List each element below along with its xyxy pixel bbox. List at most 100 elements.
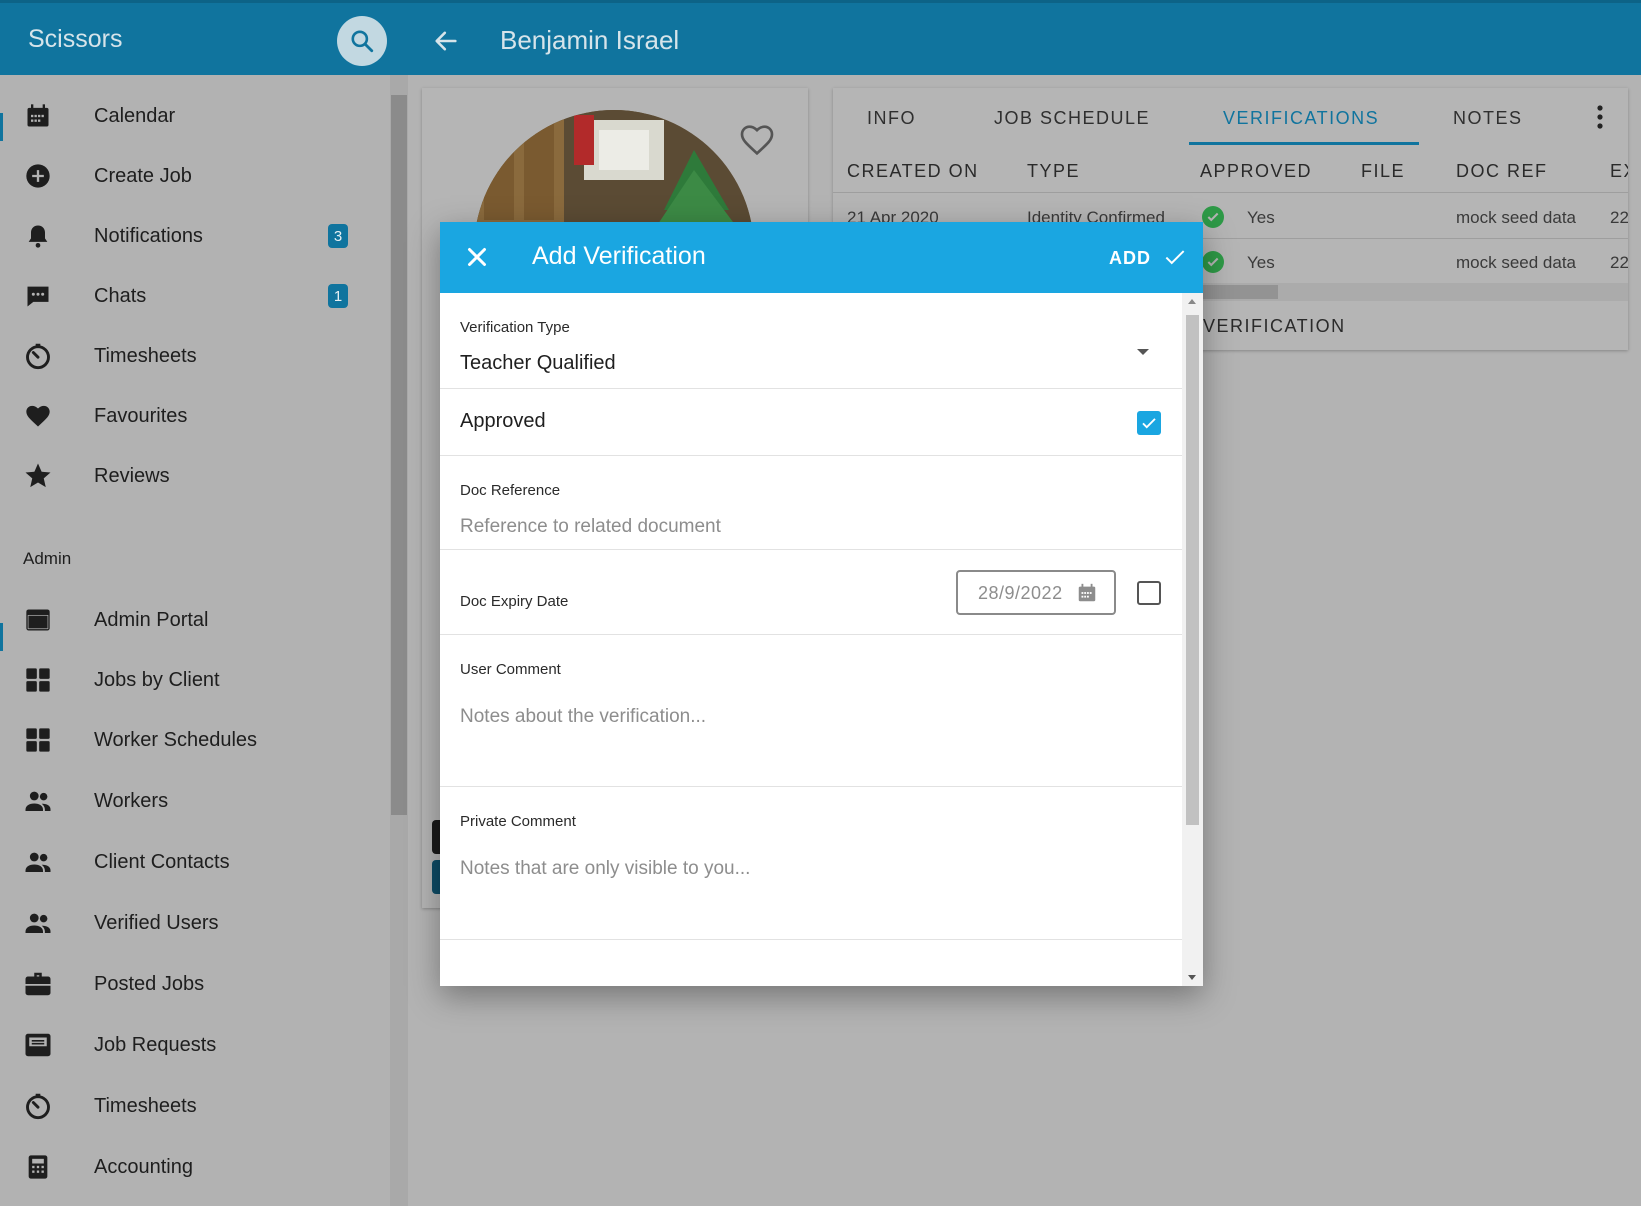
more-options-button[interactable]	[1590, 102, 1610, 132]
verification-type-select[interactable]: Verification Type Teacher Qualified	[440, 293, 1182, 389]
column-header-created-on[interactable]: CREATED ON	[847, 161, 979, 182]
back-button[interactable]	[428, 23, 464, 59]
approved-checkbox[interactable]	[1137, 411, 1161, 435]
doc-reference-input[interactable]: Reference to related document	[460, 516, 721, 538]
sidebar-item-posted-jobs[interactable]: Posted Jobs	[0, 955, 388, 1013]
tab-verifications[interactable]: VERIFICATIONS	[1223, 108, 1379, 129]
sidebar-item-favourites[interactable]: Favourites	[0, 387, 388, 445]
field-label: User Comment	[460, 661, 561, 678]
column-header-doc-ref[interactable]: DOC REF	[1456, 161, 1548, 182]
field-label: Doc Expiry Date	[460, 593, 569, 610]
divider	[833, 192, 1628, 193]
approved-label: Approved	[460, 410, 546, 432]
heart-icon	[22, 400, 54, 432]
add-button[interactable]: ADD	[1109, 248, 1151, 269]
tab-info[interactable]: INFO	[867, 108, 916, 129]
scrollbar-thumb[interactable]	[391, 95, 407, 815]
sidebar-item-label: Create Job	[94, 164, 192, 187]
scroll-down-arrow-icon[interactable]	[1188, 975, 1196, 980]
add-verification-button[interactable]: VERIFICATION	[1203, 316, 1346, 337]
verification-type-value[interactable]: Teacher Qualified	[460, 352, 616, 375]
sidebar-item-label: Accounting	[94, 1155, 193, 1178]
sidebar-item-label: Notifications	[94, 224, 203, 247]
sidebar-item-workers[interactable]: Workers	[0, 772, 388, 830]
expiry-enabled-checkbox[interactable]	[1137, 581, 1161, 605]
sidebar-item-client-contacts[interactable]: Client Contacts	[0, 833, 388, 891]
scroll-up-arrow-icon[interactable]	[1188, 299, 1196, 304]
check-icon[interactable]	[1162, 244, 1188, 270]
scrollbar-thumb[interactable]	[1186, 315, 1199, 825]
active-tab-indicator	[1189, 142, 1419, 145]
search-icon	[351, 30, 374, 53]
calendar-icon	[22, 100, 54, 132]
sidebar-item-label: Job Requests	[94, 1033, 217, 1056]
sidebar-item-job-requests[interactable]: Job Requests	[0, 1016, 388, 1074]
dialog-body: Verification Type Teacher Qualified Appr…	[440, 293, 1182, 986]
column-header-type[interactable]: TYPE	[1027, 161, 1080, 182]
sidebar-item-label: Timesheets	[94, 344, 197, 367]
dropdown-arrow-icon[interactable]	[1137, 349, 1149, 355]
field-label: Doc Reference	[460, 482, 561, 499]
field-label: Private Comment	[460, 813, 576, 830]
top-app-bar: Scissors Benjamin Israel	[0, 0, 1641, 75]
tab-job-schedule[interactable]: JOB SCHEDULE	[994, 108, 1150, 129]
star-icon	[22, 460, 54, 492]
grid-icon	[22, 664, 54, 696]
user-comment-input[interactable]: Notes about the verification...	[460, 706, 706, 728]
arrow-left-icon	[435, 31, 457, 51]
private-comment-input[interactable]: Notes that are only visible to you...	[460, 858, 750, 880]
tab-notes[interactable]: NOTES	[1453, 108, 1523, 129]
timer-icon	[22, 340, 54, 372]
column-header-approved[interactable]: APPROVED	[1200, 161, 1312, 182]
column-header-file[interactable]: FILE	[1361, 161, 1405, 182]
sidebar-item-chats[interactable]: Chats 1	[0, 267, 388, 325]
sidebar-item-label: Posted Jobs	[94, 972, 205, 995]
dialog-title: Add Verification	[532, 242, 706, 270]
sidebar-item-calendar[interactable]: Calendar	[0, 87, 388, 145]
add-verification-dialog: Add Verification ADD Verification Type T…	[440, 222, 1203, 986]
timer-icon	[22, 1090, 54, 1122]
dialog-scrollbar[interactable]	[1182, 293, 1203, 986]
check-circle-icon	[1202, 251, 1224, 273]
web-icon	[22, 604, 54, 636]
sidebar-item-accounting[interactable]: Accounting	[0, 1138, 388, 1196]
private-comment-field[interactable]: Private Comment Notes that are only visi…	[440, 787, 1182, 940]
cell-expiry: 22	[1610, 208, 1628, 227]
close-button[interactable]	[462, 242, 492, 272]
sidebar-item-verified-users[interactable]: Verified Users	[0, 894, 388, 952]
admin-section-heading: Admin	[23, 549, 72, 568]
sidebar-item-worker-schedules[interactable]: Worker Schedules	[0, 711, 388, 769]
close-icon	[468, 248, 486, 266]
sidebar-scrollbar[interactable]	[390, 75, 408, 1206]
more-vert-icon	[1597, 105, 1603, 129]
sidebar-item-label: Chats	[94, 284, 147, 307]
sidebar-item-reviews[interactable]: Reviews	[0, 447, 388, 505]
calculator-icon	[22, 1151, 54, 1183]
column-header-expiry[interactable]: EX	[1610, 161, 1628, 182]
sidebar-item-label: Reviews	[94, 464, 170, 487]
expiry-date-value: 28/9/2022	[978, 583, 1063, 603]
sidebar-item-label: Timesheets	[94, 1094, 197, 1117]
favourite-button[interactable]	[737, 120, 777, 160]
sidebar-item-create-job[interactable]: Create Job	[0, 147, 388, 205]
expiry-date-input[interactable]: 28/9/2022	[956, 570, 1116, 615]
sidebar-item-admin-timesheets[interactable]: Timesheets	[0, 1077, 388, 1135]
people-icon	[22, 785, 54, 817]
sidebar-item-notifications[interactable]: Notifications 3	[0, 207, 388, 265]
user-comment-field[interactable]: User Comment Notes about the verificatio…	[440, 635, 1182, 787]
inbox-icon	[22, 1029, 54, 1061]
app-title: Scissors	[28, 25, 123, 53]
sidebar-item-label: Client Contacts	[94, 850, 230, 873]
calendar-icon[interactable]	[1076, 582, 1098, 604]
doc-reference-field[interactable]: Doc Reference Reference to related docum…	[440, 456, 1182, 550]
search-button[interactable]	[337, 16, 387, 66]
check-circle-icon	[1202, 206, 1224, 228]
cell-doc-ref: mock seed data	[1456, 208, 1577, 227]
doc-expiry-row: Doc Expiry Date 28/9/2022	[440, 550, 1182, 635]
sidebar-item-jobs-by-client[interactable]: Jobs by Client	[0, 651, 388, 709]
sidebar-item-timesheets[interactable]: Timesheets	[0, 327, 388, 385]
field-label: Verification Type	[460, 319, 570, 336]
sidebar-item-label: Worker Schedules	[94, 728, 258, 751]
sidebar-item-admin-portal[interactable]: Admin Portal	[0, 591, 388, 649]
bell-icon	[22, 220, 54, 252]
